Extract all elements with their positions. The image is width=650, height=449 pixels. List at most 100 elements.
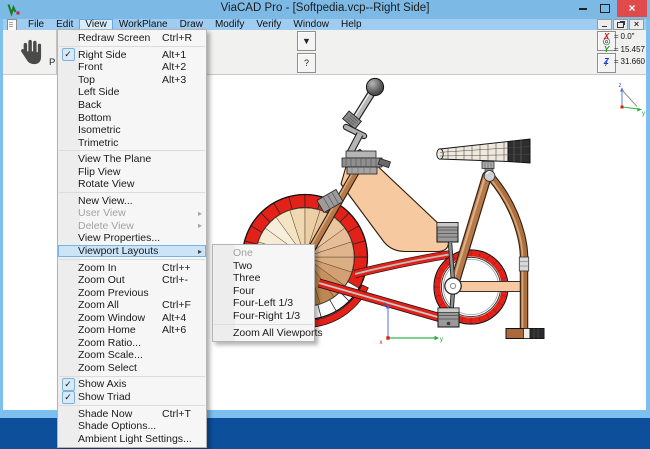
menu-item-zoom-all-viewports[interactable]: Zoom All Viewports (213, 326, 323, 339)
coordinate-value: 15.457 (620, 44, 645, 54)
menu-item-rotate-view[interactable]: Rotate View (58, 178, 206, 191)
svg-text:y: y (440, 337, 443, 343)
prompt-text-partial: P (49, 57, 56, 68)
svg-text:z: z (619, 83, 622, 89)
title-bar[interactable]: ViaCAD Pro - [Softpedia.vcp--Right Side]… (0, 0, 650, 19)
menu-item-one[interactable]: One (213, 247, 314, 260)
menu-item-delete-view[interactable]: Delete View ▸ (58, 220, 206, 233)
menu-item-label: View The Plane (78, 153, 152, 166)
menu-item-view-the-plane[interactable]: View The Plane (58, 153, 206, 166)
menu-item-label: Back (78, 99, 102, 111)
menu-item-label: Front (78, 61, 103, 74)
equals-sign: = (613, 57, 619, 66)
menu-item-isometric[interactable]: Isometric (58, 124, 206, 137)
menu-item-zoom-window[interactable]: Zoom Window Alt+4 (58, 311, 206, 324)
checkmark-icon: ✓ (58, 48, 78, 62)
menu-separator (59, 375, 205, 377)
menu-shortcut: Alt+6 (162, 324, 187, 337)
menu-shortcut: Ctrl+R (162, 32, 193, 45)
menu-item-viewport-layouts[interactable]: Viewport Layouts ▸ (58, 244, 206, 258)
menu-item-label: Zoom Out (78, 274, 125, 287)
mdi-minimize-icon (602, 25, 607, 27)
axis-label: Z (603, 57, 609, 66)
menu-separator (59, 46, 205, 48)
menu-item-label: Bottom (78, 111, 112, 124)
equals-sign: = (613, 32, 619, 41)
menu-item-back[interactable]: Back (58, 99, 206, 112)
coordinate-readout: X = 0.0" Y = 15.457 Z = 31.660 (604, 31, 645, 69)
menu-item-zoom-select[interactable]: Zoom Select (58, 362, 206, 375)
menubar-item-modify[interactable]: Modify (209, 19, 250, 30)
menu-shortcut: Alt+1 (162, 48, 187, 61)
menubar-item-help[interactable]: Help (335, 19, 368, 30)
submenu-arrow-icon: ▸ (197, 246, 202, 256)
menu-item-label: Show Axis (78, 378, 127, 391)
menu-item-three[interactable]: Three (213, 272, 314, 285)
menu-item-zoom-home[interactable]: Zoom Home Alt+6 (58, 324, 206, 337)
menu-item-ambient-light-settings[interactable]: Ambient Light Settings... (58, 432, 206, 445)
submenu-arrow-icon: ▸ (197, 221, 202, 231)
menu-item-bottom[interactable]: Bottom (58, 111, 206, 124)
mdi-minimize-button[interactable] (597, 19, 612, 30)
menu-item-trimetric[interactable]: Trimetric (58, 136, 206, 149)
menu-item-user-view[interactable]: User View ▸ (58, 207, 206, 220)
menu-separator (59, 404, 205, 406)
menu-item-label: Four-Right 1/3 (233, 310, 301, 322)
maximize-icon (600, 4, 610, 13)
menu-item-new-view[interactable]: New View... (58, 195, 206, 208)
menu-item-zoom-ratio[interactable]: Zoom Ratio... (58, 337, 206, 350)
menu-item-label: Isometric (78, 124, 121, 137)
close-button[interactable]: × (617, 0, 647, 17)
menu-item-label: Left Side (78, 86, 120, 99)
menu-separator (59, 150, 205, 152)
menu-item-front[interactable]: Front Alt+2 (58, 61, 206, 74)
menu-item-show-axis[interactable]: ✓ Show Axis (58, 378, 206, 391)
menu-item-zoom-out[interactable]: Zoom Out Ctrl+- (58, 274, 206, 287)
rear-foot (505, 328, 545, 339)
menu-item-label: Zoom Previous (78, 286, 149, 299)
menu-item-right-side[interactable]: ✓ Right Side Alt+1 (58, 48, 206, 62)
menu-item-four[interactable]: Four (213, 285, 314, 298)
close-icon: × (628, 1, 636, 15)
menu-item-zoom-previous[interactable]: Zoom Previous (58, 286, 206, 299)
mdi-close-button[interactable]: × (629, 19, 644, 30)
view-menu-dropdown: Redraw Screen Ctrl+R ✓ Right Side Alt+1 Front… (57, 29, 207, 448)
menu-item-label: Trimetric (78, 136, 119, 149)
menu-item-top[interactable]: Top Alt+3 (58, 74, 206, 87)
submenu-arrow-icon: ▸ (197, 208, 202, 218)
menubar-item-verify[interactable]: Verify (250, 19, 287, 30)
rear-support-leg (486, 172, 545, 339)
menu-item-zoom-in[interactable]: Zoom In Ctrl++ (58, 261, 206, 274)
pedal-bottom (437, 307, 460, 328)
menu-item-zoom-all[interactable]: Zoom All Ctrl+F (58, 299, 206, 312)
menubar-item-file[interactable]: File (22, 19, 50, 30)
menu-item-shade-options[interactable]: Shade Options... (58, 420, 206, 433)
menu-item-show-triad[interactable]: ✓ Show Triad (58, 390, 206, 404)
menu-item-label: Top (78, 73, 95, 86)
menu-shortcut: Alt+4 (162, 311, 187, 324)
menu-item-two[interactable]: Two (213, 260, 314, 273)
mdi-restore-button[interactable] (613, 19, 628, 30)
menu-item-label: Shade Now (78, 407, 133, 420)
menu-item-four-left-1-3[interactable]: Four-Left 1/3 (213, 297, 314, 310)
menubar-item-window[interactable]: Window (287, 19, 335, 30)
menu-item-label: Three (233, 272, 261, 285)
maximize-button[interactable] (594, 0, 616, 17)
menu-item-zoom-scale[interactable]: Zoom Scale... (58, 349, 206, 362)
viewport-layouts-submenu: One Two Three Four Four-Left 1/3 Four-Right 1… (212, 244, 323, 342)
minimize-button[interactable] (572, 0, 594, 17)
menu-item-label: Zoom Window (78, 311, 146, 324)
filter-dropdown-button[interactable]: ▼ (297, 31, 316, 51)
svg-text:x: x (380, 340, 383, 346)
menu-separator (59, 258, 205, 260)
menu-shortcut: Ctrl++ (162, 261, 191, 274)
menu-item-view-properties[interactable]: View Properties... (58, 232, 206, 245)
menu-item-left-side[interactable]: Left Side (58, 86, 206, 99)
menu-item-redraw-screen[interactable]: Redraw Screen Ctrl+R (58, 32, 206, 45)
menu-item-label: Zoom Select (78, 361, 137, 374)
menu-item-flip-view[interactable]: Flip View (58, 165, 206, 178)
help-button[interactable]: ? (297, 53, 316, 73)
menu-item-shade-now[interactable]: Shade Now Ctrl+T (58, 407, 206, 420)
crank-arm (454, 281, 526, 292)
menu-item-four-right-1-3[interactable]: Four-Right 1/3 (213, 310, 314, 323)
